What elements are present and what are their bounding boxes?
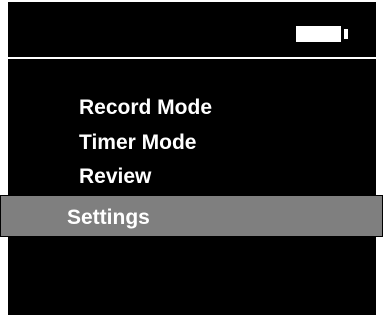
menu-item-settings[interactable]: Settings	[0, 195, 383, 237]
device-screen: Record Mode Timer Mode Review	[8, 2, 376, 315]
battery-icon	[296, 26, 352, 42]
menu-item-settings-label: Settings	[67, 206, 150, 229]
menu-item-record-mode[interactable]: Record Mode	[79, 95, 212, 121]
header-divider	[8, 57, 376, 59]
battery-tip	[344, 29, 348, 39]
menu-item-timer-mode[interactable]: Timer Mode	[79, 130, 196, 156]
battery-body	[296, 26, 341, 42]
menu-item-review[interactable]: Review	[79, 164, 151, 190]
